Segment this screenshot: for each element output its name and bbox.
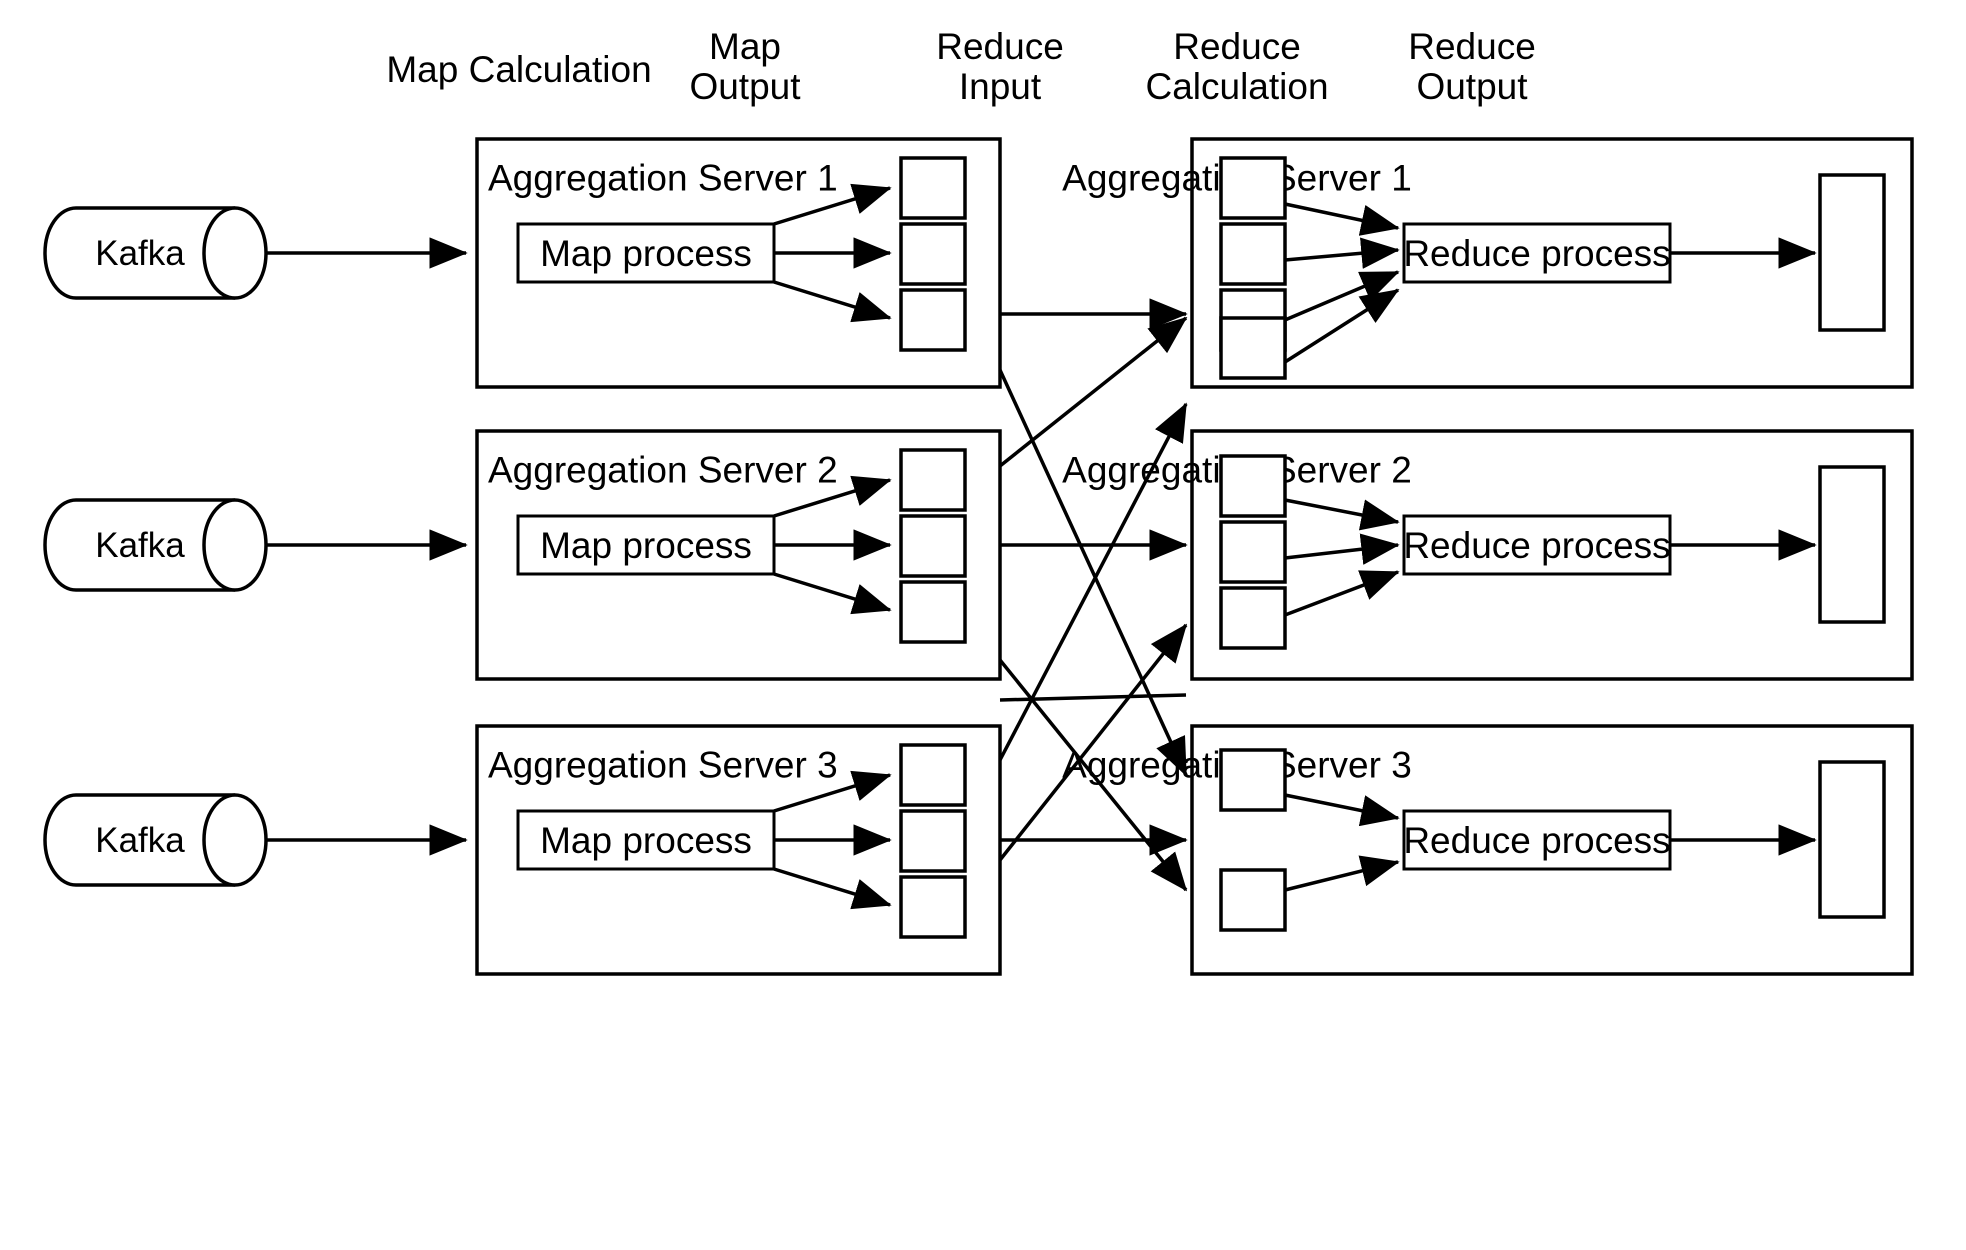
- reduce-input-3-1[interactable]: [1219, 748, 1287, 812]
- header-map-output-line1: Map: [709, 26, 781, 67]
- mapreduce-diagram: Map Calculation Map Output Reduce Input …: [0, 0, 1966, 1250]
- map-server-3-title: Aggregation Server 3: [488, 744, 838, 785]
- reduce-input-1-1[interactable]: [1219, 156, 1287, 220]
- kafka-source-1[interactable]: Kafka: [43, 206, 268, 300]
- map-output-1-2[interactable]: [899, 222, 967, 286]
- header-reduce-output-line1: Reduce: [1408, 26, 1536, 67]
- reduce-output-3[interactable]: [1818, 760, 1886, 919]
- reduce-input-2-3[interactable]: [1219, 586, 1287, 650]
- map-output-2-2[interactable]: [899, 514, 967, 578]
- map-output-1-3[interactable]: [899, 288, 967, 352]
- header-reduce-calculation-line1: Reduce: [1173, 26, 1301, 67]
- shuffle-map3-to-reduce2: [998, 623, 1188, 862]
- reduce-process-2-label: Reduce process: [1403, 525, 1670, 566]
- map-server-1-title: Aggregation Server 1: [488, 157, 838, 198]
- shuffle-map1-to-reduce3: [998, 369, 1188, 777]
- map-output-3-2[interactable]: [899, 809, 967, 873]
- reduce-input-3-2[interactable]: [1219, 868, 1287, 932]
- reduce-input-2-2[interactable]: [1219, 520, 1287, 584]
- kafka-2-label: Kafka: [95, 526, 185, 565]
- shuffle-connections: [998, 298, 1188, 892]
- header-reduce-calculation-line2: Calculation: [1145, 66, 1328, 107]
- kafka-3-label: Kafka: [95, 821, 185, 860]
- reduce-server-2[interactable]: Aggregation Server 2 Reduce process: [1062, 429, 1914, 681]
- reduce-server-3[interactable]: Aggregation Server 3 Reduce process: [1062, 724, 1914, 976]
- map-output-1-1[interactable]: [899, 156, 967, 220]
- shuffle-map2-to-reduce1: [998, 316, 1188, 468]
- header-reduce-output-line2: Output: [1416, 66, 1528, 107]
- reduce-input-1-2[interactable]: [1219, 222, 1287, 286]
- map-output-3-3[interactable]: [899, 875, 967, 939]
- reduce-process-3-label: Reduce process: [1403, 820, 1670, 861]
- reduce-process-1-label: Reduce process: [1403, 233, 1670, 274]
- map-output-2-1[interactable]: [899, 448, 967, 512]
- kafka-source-2[interactable]: Kafka: [43, 498, 268, 592]
- map-output-2-3[interactable]: [899, 580, 967, 644]
- header-map-output-line2: Output: [689, 66, 801, 107]
- reduce-input-2-1[interactable]: [1219, 454, 1287, 518]
- reduce-server-1[interactable]: Aggregation Server 1 Reduce process: [1062, 137, 1914, 389]
- map-process-1-label: Map process: [540, 233, 752, 274]
- map-process-2-label: Map process: [540, 525, 752, 566]
- kafka-source-3[interactable]: Kafka: [43, 793, 268, 887]
- header-map-calculation-line1: Map Calculation: [386, 49, 651, 90]
- column-headers: Map Calculation Map Output Reduce Input …: [386, 26, 1535, 107]
- map-output-3-1[interactable]: [899, 743, 967, 807]
- reduce-output-2[interactable]: [1818, 465, 1886, 624]
- kafka-1-label: Kafka: [95, 234, 185, 273]
- map-server-3[interactable]: Aggregation Server 3 Map process: [475, 724, 1002, 976]
- header-reduce-input-line1: Reduce: [936, 26, 1064, 67]
- map-server-2[interactable]: Aggregation Server 2 Map process: [475, 429, 1002, 681]
- header-reduce-input-line2: Input: [959, 66, 1042, 107]
- reduce-output-1[interactable]: [1818, 173, 1886, 332]
- map-server-2-title: Aggregation Server 2: [488, 449, 838, 490]
- map-server-1[interactable]: Aggregation Server 1 Map process: [475, 137, 1002, 389]
- reduce-input-1-4[interactable]: [1219, 316, 1287, 380]
- map-process-3-label: Map process: [540, 820, 752, 861]
